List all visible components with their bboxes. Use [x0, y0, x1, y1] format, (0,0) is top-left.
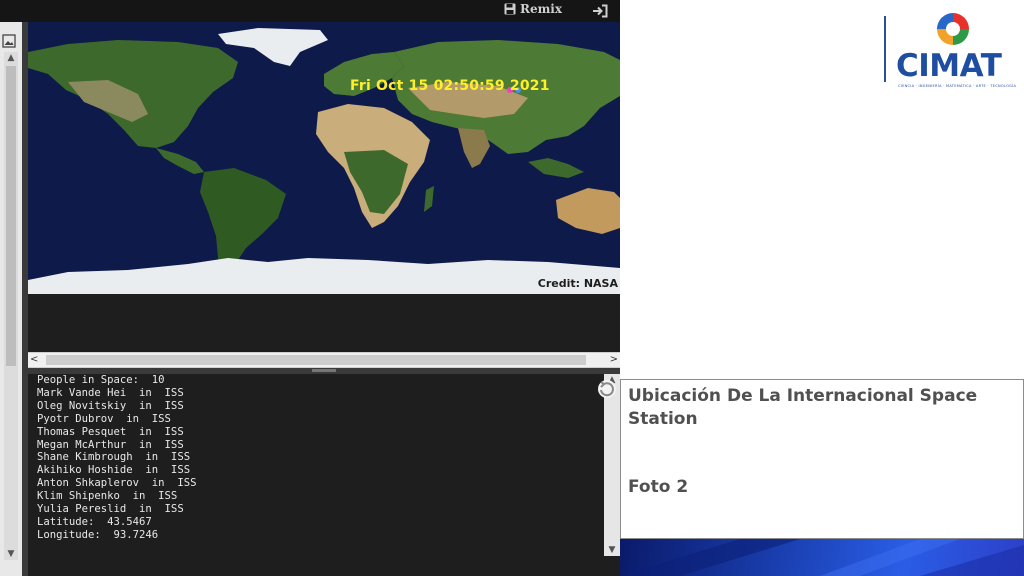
decorative-blue-band [620, 539, 1024, 576]
caption-title: Ubicación De La Internacional Space Stat… [628, 386, 978, 429]
console-lines: People in Space: 10 Mark Vande Hei in IS… [37, 374, 196, 542]
image-file-icon[interactable] [2, 34, 16, 48]
refresh-icon[interactable] [596, 378, 618, 400]
remix-button[interactable]: Remix [504, 2, 562, 16]
code-vertical-scrollbar[interactable]: ▲ ▼ [4, 52, 18, 560]
console-line: Megan McArthur in ISS [37, 438, 184, 451]
scroll-left-arrow-icon[interactable]: < [30, 353, 38, 367]
timestamp-label: Fri Oct 15 02:50:59 2021 [350, 78, 550, 94]
cimat-logo-mark-icon [937, 13, 969, 45]
console-line: Oleg Novitskiy in ISS [37, 399, 184, 412]
canvas-blank-area [28, 294, 620, 352]
band-decoration [620, 539, 1024, 576]
console-output: People in Space: 10 Mark Vande Hei in IS… [28, 374, 604, 576]
console-line: Longitude: 93.7246 [37, 528, 159, 541]
scroll-up-arrow-icon[interactable]: ▲ [4, 52, 18, 64]
console-line: Anton Shkaplerov in ISS [37, 477, 197, 490]
console-line: Thomas Pesquet in ISS [37, 425, 184, 438]
top-toolbar: Remix [0, 0, 620, 22]
python-editor-window: Remix ▲ ▼ Fri Oct 15 02:50:59 2021 Credi… [0, 0, 620, 576]
console-line: Latitude: 43.5467 [37, 515, 152, 528]
logo-tagline: CIENCIA · INGENIERÍA · MATEMÁTICA · ARTE… [898, 84, 1017, 88]
canvas-horizontal-scrollbar[interactable]: < > [28, 352, 620, 368]
console-line: Pyotr Dubrov in ISS [37, 412, 171, 425]
console-line: Klim Shipenko in ISS [37, 490, 178, 503]
splitter-grip[interactable] [312, 369, 336, 372]
scroll-right-arrow-icon[interactable]: > [610, 353, 618, 367]
console-line: Mark Vande Hei in ISS [37, 386, 184, 399]
console-vertical-scrollbar[interactable]: ▲ ▼ [604, 374, 620, 556]
credit-label: Credit: NASA [537, 277, 618, 290]
world-map-image [28, 22, 620, 294]
scroll-thumb[interactable] [6, 66, 16, 366]
logo-text: CIMAT [896, 48, 1002, 84]
scroll-down-arrow-icon[interactable]: ▼ [4, 548, 18, 560]
console-line: People in Space: 10 [37, 374, 165, 386]
console-line: Akihiko Hoshide in ISS [37, 464, 191, 477]
caption-box: Ubicación De La Internacional Space Stat… [620, 379, 1024, 539]
remix-label: Remix [520, 2, 563, 16]
scroll-down-arrow-icon[interactable]: ▼ [604, 544, 620, 556]
save-icon [504, 3, 516, 15]
cimat-logo: CIMAT CIENCIA · INGENIERÍA · MATEMÁTICA … [884, 12, 1017, 92]
console-line: Shane Kimbrough in ISS [37, 451, 191, 464]
logo-bar [884, 16, 886, 82]
caption-subtitle: Foto 2 [628, 477, 689, 497]
hscroll-thumb[interactable] [46, 355, 586, 365]
console-line: Yulia Pereslid in ISS [37, 503, 184, 516]
world-map-canvas: Fri Oct 15 02:50:59 2021 Credit: NASA [28, 22, 620, 294]
sign-in-icon[interactable] [592, 4, 608, 18]
